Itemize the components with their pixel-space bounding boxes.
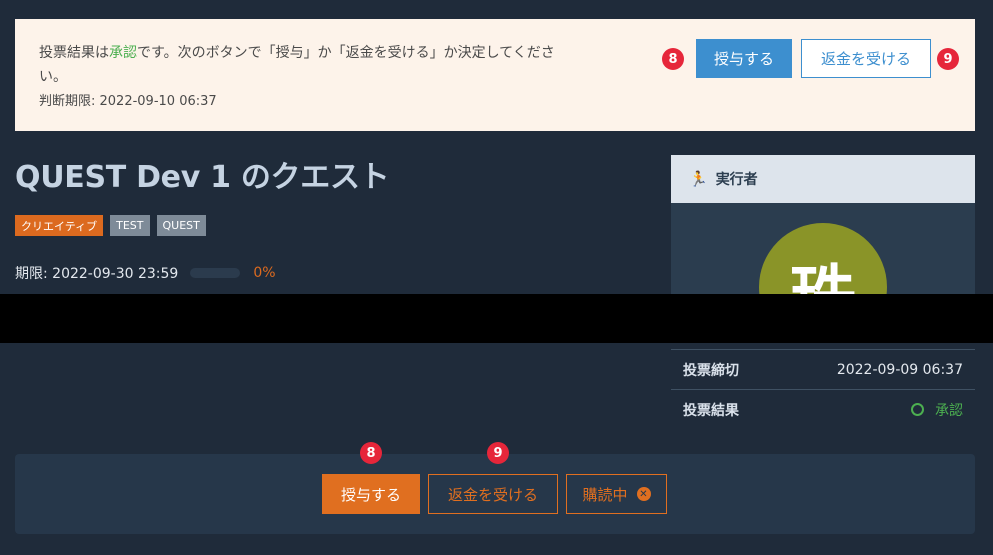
executor-panel-title: 実行者 (715, 172, 758, 188)
marker-8-icon: 8 (360, 442, 382, 464)
vote-deadline-row: 投票締切 2022-09-09 06:37 (671, 349, 975, 389)
quest-deadline-row: 期限: 2022-09-30 23:59 0% (15, 263, 276, 283)
refund-button-bottom[interactable]: 返金を受ける (428, 474, 558, 514)
marker-9-number: 9 (943, 51, 953, 67)
notice-text-prefix: 投票結果は (39, 45, 109, 61)
subscribed-button[interactable]: 購読中 ✕ (566, 474, 667, 514)
marker-8-number: 8 (668, 51, 678, 67)
avatar-glyph: 珠 (790, 243, 856, 295)
vote-result-text: 承認 (935, 402, 963, 419)
tag-category[interactable]: クリエイティブ (15, 215, 104, 236)
notice-message: 投票結果は承認です。次のボタンで「授与」か「返金を受ける」か決定してください。 … (39, 41, 569, 114)
approved-circle-icon (911, 403, 924, 416)
quest-title: QUEST Dev 1 のクエスト (15, 160, 390, 195)
grant-button[interactable]: 授与する (696, 39, 792, 78)
redaction-band (0, 294, 993, 343)
grant-button-bottom[interactable]: 授与する (322, 474, 420, 514)
runner-icon: 🏃 (689, 170, 708, 188)
vote-result-value: 承認 (911, 400, 963, 420)
vote-result-label: 投票結果 (683, 402, 739, 419)
decision-deadline: 判断期限: 2022-09-10 06:37 (39, 94, 217, 109)
tag-quest[interactable]: QUEST (156, 215, 206, 236)
executor-panel-header: 🏃 実行者 (671, 155, 975, 203)
subscribed-label: 購読中 (582, 485, 628, 504)
quest-deadline: 期限: 2022-09-30 23:59 (15, 266, 179, 282)
marker-8-number: 8 (366, 445, 376, 461)
refund-button[interactable]: 返金を受ける (801, 39, 931, 78)
tag-test[interactable]: TEST (110, 215, 150, 236)
marker-9-number: 9 (493, 445, 503, 461)
vote-deadline-value: 2022-09-09 06:37 (836, 361, 963, 378)
marker-8-icon: 8 (662, 48, 684, 70)
decision-notice: 投票結果は承認です。次のボタンで「授与」か「返金を受ける」か決定してください。 … (15, 19, 975, 131)
tag-list: クリエイティブ TEST QUEST (15, 215, 206, 236)
progress-bar (190, 268, 241, 278)
notice-result: 承認 (109, 45, 137, 61)
vote-result-row: 投票結果 承認 (671, 389, 975, 429)
marker-9-icon: 9 (937, 48, 959, 70)
executor-panel-body: 珠 (671, 203, 975, 295)
action-bar: 8 9 授与する 返金を受ける 購読中 ✕ (15, 442, 975, 534)
executor-avatar[interactable]: 珠 (759, 223, 887, 295)
vote-deadline-label: 投票締切 (683, 362, 739, 379)
progress-percent: 0% (253, 265, 276, 281)
unsubscribe-x-icon[interactable]: ✕ (636, 487, 651, 501)
marker-9-icon: 9 (487, 442, 509, 464)
